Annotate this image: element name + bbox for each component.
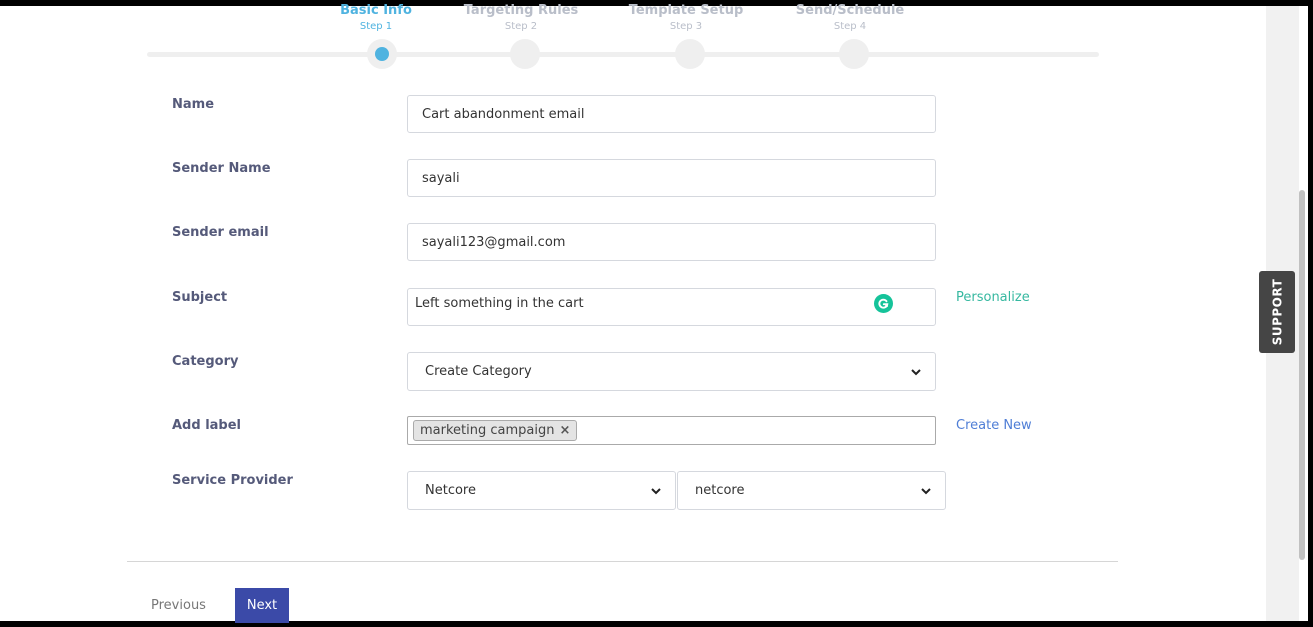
- provider-select-value: Netcore: [425, 483, 476, 498]
- chevron-down-icon: [651, 487, 661, 494]
- category-select-value: Create Category: [425, 364, 532, 379]
- service-provider-label: Service Provider: [172, 473, 293, 488]
- step-1-dot[interactable]: [367, 39, 397, 69]
- sender-name-input[interactable]: sayali: [407, 159, 936, 197]
- label-tag: marketing campaign ×: [413, 420, 578, 441]
- sender-email-input[interactable]: sayali123@gmail.com: [407, 223, 936, 261]
- subject-textarea[interactable]: Left something in the cart: [407, 288, 936, 326]
- chevron-down-icon: [921, 487, 931, 494]
- provider-account-select-value: netcore: [695, 483, 745, 498]
- provider-select[interactable]: Netcore: [407, 471, 676, 510]
- step-title: Targeting Rules: [463, 3, 579, 18]
- support-label: SUPPORT: [1270, 278, 1285, 346]
- step-2-dot[interactable]: [510, 39, 540, 69]
- step-3-dot[interactable]: [675, 39, 705, 69]
- category-label: Category: [172, 354, 239, 369]
- sender-email-label: Sender email: [172, 225, 269, 240]
- sender-name-label: Sender Name: [172, 161, 271, 176]
- step-number: Step 1: [359, 21, 393, 32]
- step-template-setup[interactable]: Template Setup Step 3: [611, 3, 761, 32]
- add-label-label: Add label: [172, 418, 242, 433]
- step-basic-info[interactable]: Basic Info Step 1: [301, 3, 451, 32]
- name-input[interactable]: Cart abandonment email: [407, 95, 936, 133]
- provider-account-select[interactable]: netcore: [677, 471, 946, 510]
- step-number: Step 3: [669, 21, 703, 32]
- previous-button[interactable]: Previous: [141, 588, 216, 623]
- step-number: Step 4: [833, 21, 867, 32]
- step-title: Template Setup: [628, 3, 744, 18]
- subject-label: Subject: [172, 290, 228, 305]
- scrollbar-thumb[interactable]: [1299, 190, 1305, 560]
- category-select[interactable]: Create Category: [407, 352, 936, 391]
- step-send-schedule[interactable]: Send/Schedule Step 4: [775, 3, 925, 32]
- step-number: Step 2: [504, 21, 538, 32]
- label-tag-input[interactable]: marketing campaign ×: [407, 416, 936, 445]
- step-title: Basic Info: [340, 3, 412, 18]
- chevron-down-icon: [911, 368, 921, 375]
- remove-tag-icon[interactable]: ×: [559, 423, 570, 438]
- support-button[interactable]: SUPPORT: [1259, 271, 1295, 353]
- next-button[interactable]: Next: [235, 588, 289, 623]
- grammarly-icon[interactable]: [874, 294, 893, 313]
- step-title: Send/Schedule: [795, 3, 905, 18]
- step-targeting-rules[interactable]: Targeting Rules Step 2: [446, 3, 596, 32]
- name-label: Name: [172, 97, 215, 112]
- stepper-track: [147, 52, 1099, 57]
- personalize-link[interactable]: Personalize: [956, 290, 1030, 305]
- step-4-dot[interactable]: [839, 39, 869, 69]
- form-divider: [127, 561, 1118, 562]
- create-new-link[interactable]: Create New: [956, 418, 1032, 433]
- label-tag-text: marketing campaign: [420, 423, 555, 438]
